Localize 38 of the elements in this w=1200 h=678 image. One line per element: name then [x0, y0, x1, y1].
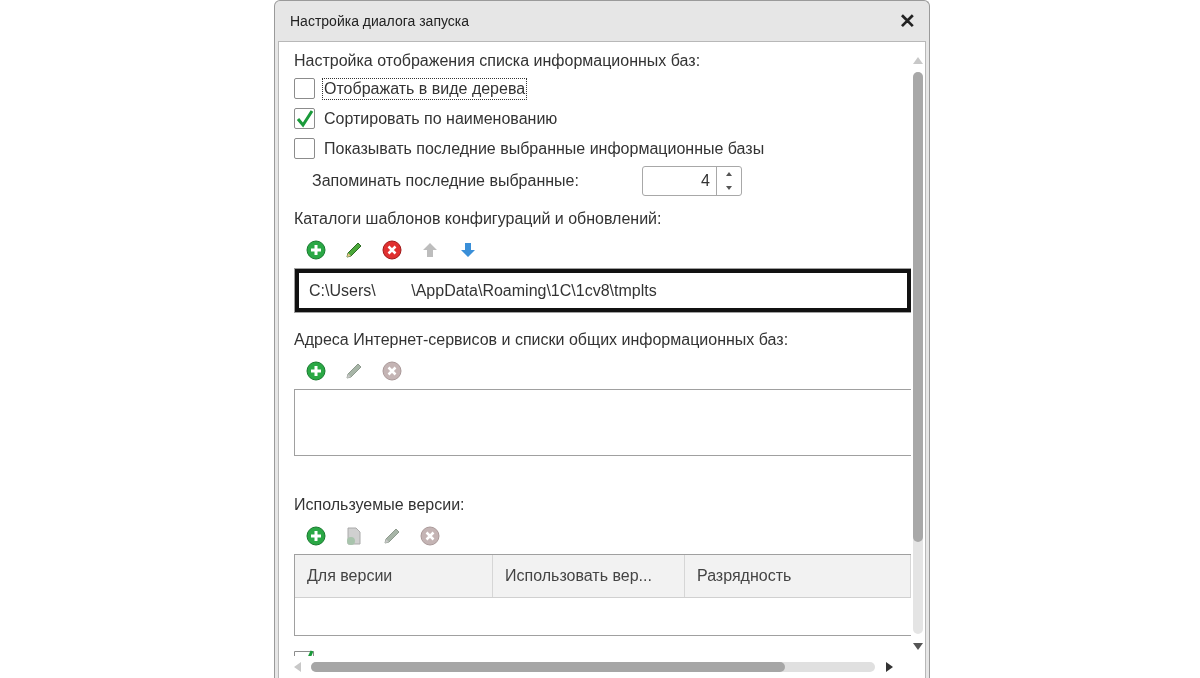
checkbox[interactable]: [294, 108, 315, 130]
checkbox-label[interactable]: Показывать последние выбранные информационные базы: [323, 138, 766, 159]
field-label: Запоминать последние выбранные:: [312, 171, 580, 190]
caret-up-icon: [726, 171, 732, 176]
number-field[interactable]: 4: [642, 165, 742, 196]
delete-button[interactable]: [380, 238, 404, 263]
arrow-down-icon: [459, 241, 477, 260]
checkbox-label[interactable]: Сортировать по наименованию: [323, 108, 559, 129]
pencil-icon: [344, 361, 364, 382]
section-heading: Каталоги шаблонов конфигураций и обновлений:: [294, 210, 663, 229]
plus-icon: [306, 240, 326, 261]
caret-down-icon: [726, 185, 732, 190]
checkbox[interactable]: [294, 138, 315, 160]
add-button[interactable]: [304, 523, 328, 548]
checkbox[interactable]: [294, 78, 315, 100]
add-button[interactable]: [304, 238, 328, 263]
list-row[interactable]: C:\Users\ \AppData\Roaming\1C\1cv8\tmplts: [295, 269, 911, 313]
column-header[interactable]: Использовать вер...: [493, 554, 685, 597]
close-button[interactable]: ✕: [899, 11, 916, 31]
section-heading: Адреса Интернет-сервисов и списки общих информационных баз:: [294, 331, 790, 350]
window-title: Настройка диалога запуска: [290, 13, 470, 29]
section-heading: Используемые версии:: [294, 495, 466, 514]
delete-icon: [382, 240, 402, 261]
arrow-up-icon: [421, 241, 439, 260]
column-header[interactable]: Для версии: [295, 554, 493, 597]
section-heading: Настройка отображения списка информационных баз:: [294, 52, 702, 70]
checkbox-label[interactable]: Отображать в виде дерева: [323, 78, 527, 99]
scroll-down-button[interactable]: [912, 640, 924, 652]
add-button[interactable]: [304, 359, 328, 384]
delete-icon: [420, 525, 440, 546]
delete-icon: [382, 361, 402, 382]
document-copy-icon: [344, 525, 364, 546]
column-header[interactable]: Разрядность: [685, 554, 911, 597]
plus-icon: [306, 525, 326, 546]
scroll-right-button[interactable]: [883, 661, 895, 673]
plus-icon: [306, 361, 326, 382]
checkmark-icon: [295, 109, 314, 128]
pencil-icon: [344, 240, 364, 261]
